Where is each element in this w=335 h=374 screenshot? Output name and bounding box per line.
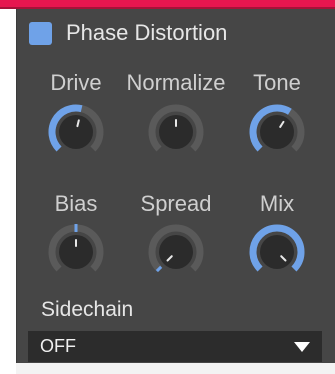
normalize-label: Normalize xyxy=(126,70,226,95)
sidechain-label: Sidechain xyxy=(41,298,134,321)
module-title: Phase Distortion xyxy=(66,20,228,45)
drive-knob[interactable] xyxy=(46,102,106,162)
top-accent-bar xyxy=(0,0,335,7)
module-enable-toggle[interactable] xyxy=(29,21,52,45)
tone-label: Tone xyxy=(253,70,301,95)
spread-knob-graphic xyxy=(148,224,204,273)
spread-knob-body xyxy=(159,235,193,269)
bias-knob[interactable] xyxy=(46,222,106,282)
mix-knob-body xyxy=(260,235,294,269)
panel-bottom-edge xyxy=(16,363,335,374)
normalize-knob-graphic xyxy=(148,104,204,152)
mix-knob-graphic xyxy=(249,224,305,272)
spread-label: Spread xyxy=(140,191,212,216)
drive-knob-body xyxy=(59,115,93,149)
drive-label: Drive xyxy=(50,70,102,95)
chevron-down-icon xyxy=(294,341,310,352)
bias-label: Bias xyxy=(54,191,98,216)
drive-knob-pointer xyxy=(76,119,80,128)
module-header: Phase Distortion xyxy=(29,20,228,45)
mix-knob[interactable] xyxy=(247,222,307,282)
sidechain-dropdown[interactable]: OFF xyxy=(28,331,322,362)
sidechain-selected-value: OFF xyxy=(40,336,76,356)
spread-knob[interactable] xyxy=(146,222,206,282)
tone-knob-graphic xyxy=(249,104,305,152)
bias-knob-graphic xyxy=(48,224,104,272)
phase-distortion-panel: Phase Distortion Drive Normalize Tone Bi… xyxy=(16,9,335,363)
drive-knob-graphic xyxy=(48,104,104,152)
mix-label: Mix xyxy=(259,191,295,216)
tone-knob[interactable] xyxy=(247,102,307,162)
tone-knob-body xyxy=(260,115,294,149)
normalize-knob[interactable] xyxy=(146,102,206,162)
